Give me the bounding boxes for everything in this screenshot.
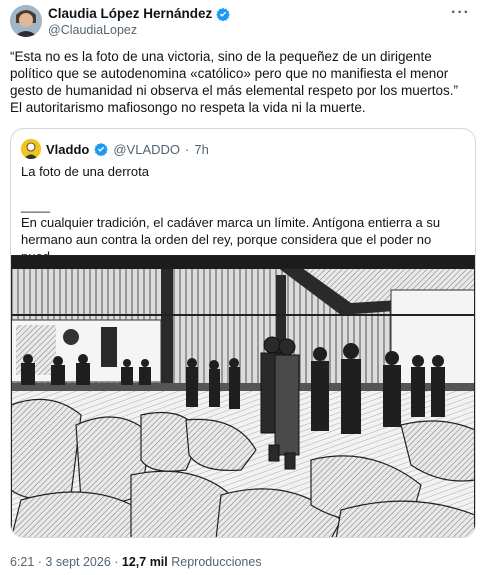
tweet-text: “Esta no es la foto de una victoria, sin… [10, 49, 458, 115]
quoted-text: La foto de una derrota ____ En cualquier… [21, 164, 441, 264]
view-count-label: Reproducciones [171, 555, 262, 569]
author-name[interactable]: Claudia López Hernández [48, 6, 212, 21]
author-handle[interactable]: @ClaudiaLopez [48, 23, 137, 37]
more-options-icon[interactable]: ··· [451, 4, 470, 22]
quoted-handle: @VLADDO [113, 141, 181, 157]
tweet-footer: 6:21 · 3 sept 2026 · 12,7 mil Reproducci… [10, 555, 262, 569]
view-count: 12,7 mil [121, 555, 168, 569]
quoted-header: Vladdo @VLADDO · 7h [21, 139, 209, 159]
tweet: Claudia López Hernández @ClaudiaLopez ··… [0, 0, 486, 575]
verified-badge-icon [216, 7, 231, 21]
quoted-name: Vladdo [46, 141, 90, 157]
quoted-tweet[interactable]: Vladdo @VLADDO · 7h La foto de una derro… [10, 128, 476, 538]
tweet-timestamp[interactable]: 6:21 · 3 sept 2026 · [10, 555, 118, 569]
quoted-time: 7h [194, 141, 209, 157]
author-name-row[interactable]: Claudia López Hernández [48, 6, 231, 21]
quoted-avatar [21, 139, 41, 159]
verified-badge-icon [94, 142, 109, 156]
quoted-image[interactable] [11, 255, 475, 538]
author-avatar[interactable] [10, 5, 42, 37]
quoted-separator: · [185, 141, 190, 157]
